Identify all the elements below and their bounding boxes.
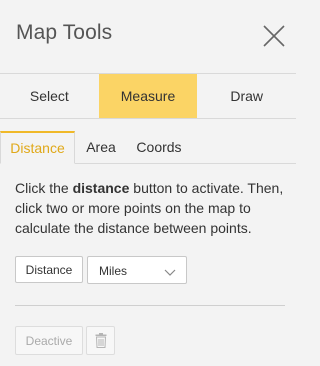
subtab-coords[interactable]: Coords (132, 131, 186, 163)
subtab-distance[interactable]: Distance (0, 131, 75, 164)
tab-measure[interactable]: Measure (98, 74, 198, 118)
map-tools-panel: Map Tools Select Measure Draw Distance A… (0, 0, 296, 366)
subtab-area[interactable]: Area (80, 131, 122, 163)
section-divider (15, 305, 285, 306)
trash-icon[interactable] (86, 326, 115, 355)
panel-header: Map Tools (0, 0, 296, 73)
distance-button[interactable]: Distance (15, 256, 83, 283)
measure-instructions: Click the distance button to activate. T… (15, 178, 287, 238)
close-icon[interactable] (262, 24, 286, 48)
panel-title: Map Tools (16, 21, 113, 44)
tab-select[interactable]: Select (0, 74, 99, 118)
main-tab-bar: Select Measure Draw (0, 73, 296, 119)
units-select-value: Miles (99, 264, 128, 278)
instructions-keyword: distance (72, 180, 130, 196)
chevron-down-icon (164, 266, 176, 280)
instructions-prefix: Click the (15, 180, 73, 196)
units-select[interactable]: Miles (87, 256, 187, 284)
measure-sub-tab-bar: Distance Area Coords (0, 131, 296, 164)
deactive-button[interactable]: Deactive (15, 326, 83, 355)
tab-draw[interactable]: Draw (197, 74, 296, 118)
